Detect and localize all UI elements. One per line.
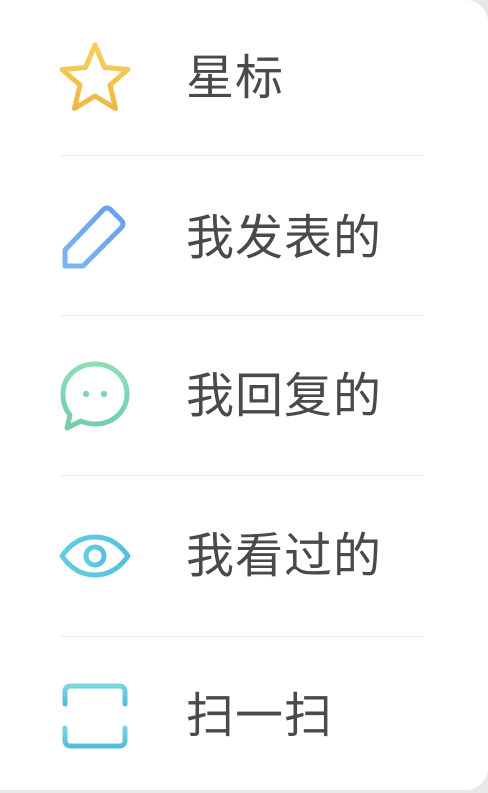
divider xyxy=(60,315,424,316)
menu-item-label: 我回复的 xyxy=(186,367,383,424)
menu-item-my-posts[interactable]: 我发表的 xyxy=(0,160,488,315)
divider xyxy=(60,636,424,637)
chat-bubble-icon xyxy=(56,357,134,435)
menu-item-label: 扫一扫 xyxy=(186,687,334,744)
menu-item-label: 我发表的 xyxy=(186,209,383,266)
menu-item-label: 星标 xyxy=(186,49,285,106)
eye-icon xyxy=(56,517,134,595)
menu-item-scan[interactable]: 扫一扫 xyxy=(0,638,488,793)
menu-item-label: 我看过的 xyxy=(186,527,383,584)
star-icon xyxy=(56,39,134,117)
pencil-icon xyxy=(56,199,134,277)
dropdown-menu: 星标 我发表的 我回复的 我看过的 扫一扫 xyxy=(0,0,488,790)
menu-item-viewed[interactable]: 我看过的 xyxy=(0,478,488,633)
divider xyxy=(60,475,424,476)
scan-icon xyxy=(56,677,134,755)
menu-item-my-replies[interactable]: 我回复的 xyxy=(0,318,488,473)
menu-item-starred[interactable]: 星标 xyxy=(0,0,488,155)
divider xyxy=(60,155,424,156)
